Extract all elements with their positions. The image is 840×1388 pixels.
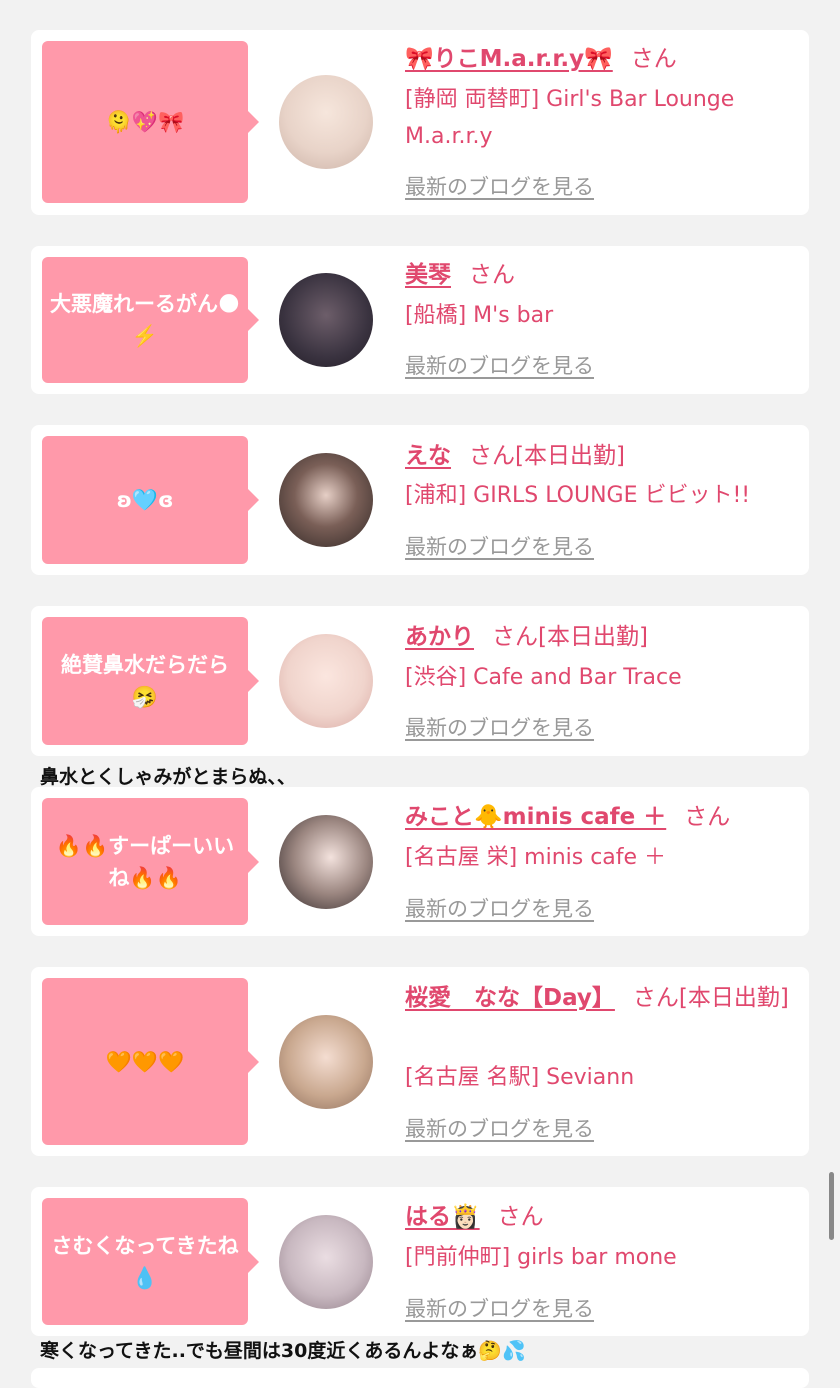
shop-info: [名古屋 名駅] Seviann <box>405 1065 635 1090</box>
honorific: さん <box>497 1204 544 1230</box>
avatar[interactable] <box>279 815 373 909</box>
cast-name-link[interactable]: あかり <box>405 624 474 650</box>
blog-link[interactable]: 最新のブログを見る <box>405 893 594 923</box>
cast-name-link[interactable]: 桜愛 なな【Day】 <box>405 985 615 1011</box>
stamp-text: さむくなってきたね💧 <box>51 1233 239 1290</box>
stamp-bubble: ʚ🩵ɞ <box>42 436 259 564</box>
stamp-bubble: 🧡🧡🧡 <box>42 978 259 1145</box>
stamp-text: ʚ🩵ɞ <box>116 488 174 512</box>
honorific: さん[本日出勤] <box>492 624 648 650</box>
cast-name-link[interactable]: えな <box>405 443 451 469</box>
cast-name-link[interactable]: はる👸🏻 <box>405 1204 480 1230</box>
stamp-text: 🫠💖🎀 <box>105 110 185 134</box>
entry-card: 🔥🔥すーぱーいいね🔥🔥 みこと🐥minis cafe ＋ さん [名古屋 栄] m… <box>31 787 809 936</box>
blog-link[interactable]: 最新のブログを見る <box>405 1113 594 1143</box>
stamp-bubble: 大悪魔れーるがん🌑⚡️ <box>42 257 259 383</box>
blog-link[interactable]: 最新のブログを見る <box>405 171 594 201</box>
shop-info: [浦和] GIRLS LOUNGE ビビット!! <box>405 483 751 508</box>
entry-card: ʚ🩵ɞ えな さん[本日出勤] [浦和] GIRLS LOUNGE ビビット!! … <box>31 425 809 575</box>
cast-name-link[interactable]: 🎀りこM.a.r.r.y🎀 <box>405 46 613 72</box>
shop-info: [渋谷] Cafe and Bar Trace <box>405 665 682 690</box>
stamp-text: 絶賛鼻水だらだら🤧 <box>61 653 229 709</box>
stamp-text: 🧡🧡🧡 <box>105 1049 185 1074</box>
blog-link[interactable]: 最新のブログを見る <box>405 531 594 561</box>
shop-info: [名古屋 栄] minis cafe ＋ <box>405 845 667 870</box>
avatar[interactable] <box>279 634 373 728</box>
blog-link[interactable]: 最新のブログを見る <box>405 712 594 742</box>
entry-comment: 鼻水とくしゃみがとまらぬ、、 <box>40 766 296 788</box>
shop-info: [静岡 両替町] Girl's Bar Lounge M.a.r.r.y <box>405 87 735 149</box>
entry-card: 大悪魔れーるがん🌑⚡️ 美琴 さん [船橋] M's bar 最新のブログを見る <box>31 246 809 394</box>
avatar[interactable] <box>279 1015 373 1109</box>
avatar[interactable] <box>279 1215 373 1309</box>
entry-card-next <box>31 1368 809 1388</box>
entry-comment: 寒くなってきた..でも昼間は30度近くあるんよなぁ🤔💦 <box>40 1340 526 1362</box>
blog-link[interactable]: 最新のブログを見る <box>405 1293 594 1323</box>
honorific: さん <box>630 46 677 72</box>
scrollbar-thumb[interactable] <box>829 1172 834 1240</box>
shop-info: [船橋] M's bar <box>405 303 554 328</box>
cast-name-link[interactable]: 美琴 <box>405 262 451 288</box>
entry-card: さむくなってきたね💧 はる👸🏻 さん [門前仲町] girls bar mone … <box>31 1187 809 1336</box>
stamp-bubble: 絶賛鼻水だらだら🤧 <box>42 617 259 745</box>
honorific: さん <box>469 262 515 288</box>
shop-info: [門前仲町] girls bar mone <box>405 1245 677 1270</box>
avatar[interactable] <box>279 273 373 367</box>
avatar[interactable] <box>279 75 373 169</box>
stamp-text: 🔥🔥すーぱーいいね🔥🔥 <box>55 833 235 890</box>
honorific: さん[本日出勤] <box>469 443 625 469</box>
stamp-bubble: 🫠💖🎀 <box>42 41 259 203</box>
entry-card: 絶賛鼻水だらだら🤧 あかり さん[本日出勤] [渋谷] Cafe and Bar … <box>31 606 809 756</box>
blog-link[interactable]: 最新のブログを見る <box>405 350 594 380</box>
stamp-bubble: さむくなってきたね💧 <box>42 1198 259 1325</box>
entry-card: 🧡🧡🧡 桜愛 なな【Day】 さん[本日出勤] [名古屋 名駅] Seviann … <box>31 967 809 1156</box>
honorific: さん <box>684 804 731 830</box>
stamp-bubble: 🔥🔥すーぱーいいね🔥🔥 <box>42 798 259 925</box>
cast-name-link[interactable]: みこと🐥minis cafe ＋ <box>405 804 666 830</box>
stamp-text: 大悪魔れーるがん🌑⚡️ <box>50 292 240 348</box>
avatar[interactable] <box>279 453 373 547</box>
honorific: さん[本日出勤] <box>632 985 789 1011</box>
entry-card: 🫠💖🎀 🎀りこM.a.r.r.y🎀 さん [静岡 両替町] Girl's Bar … <box>31 30 809 215</box>
